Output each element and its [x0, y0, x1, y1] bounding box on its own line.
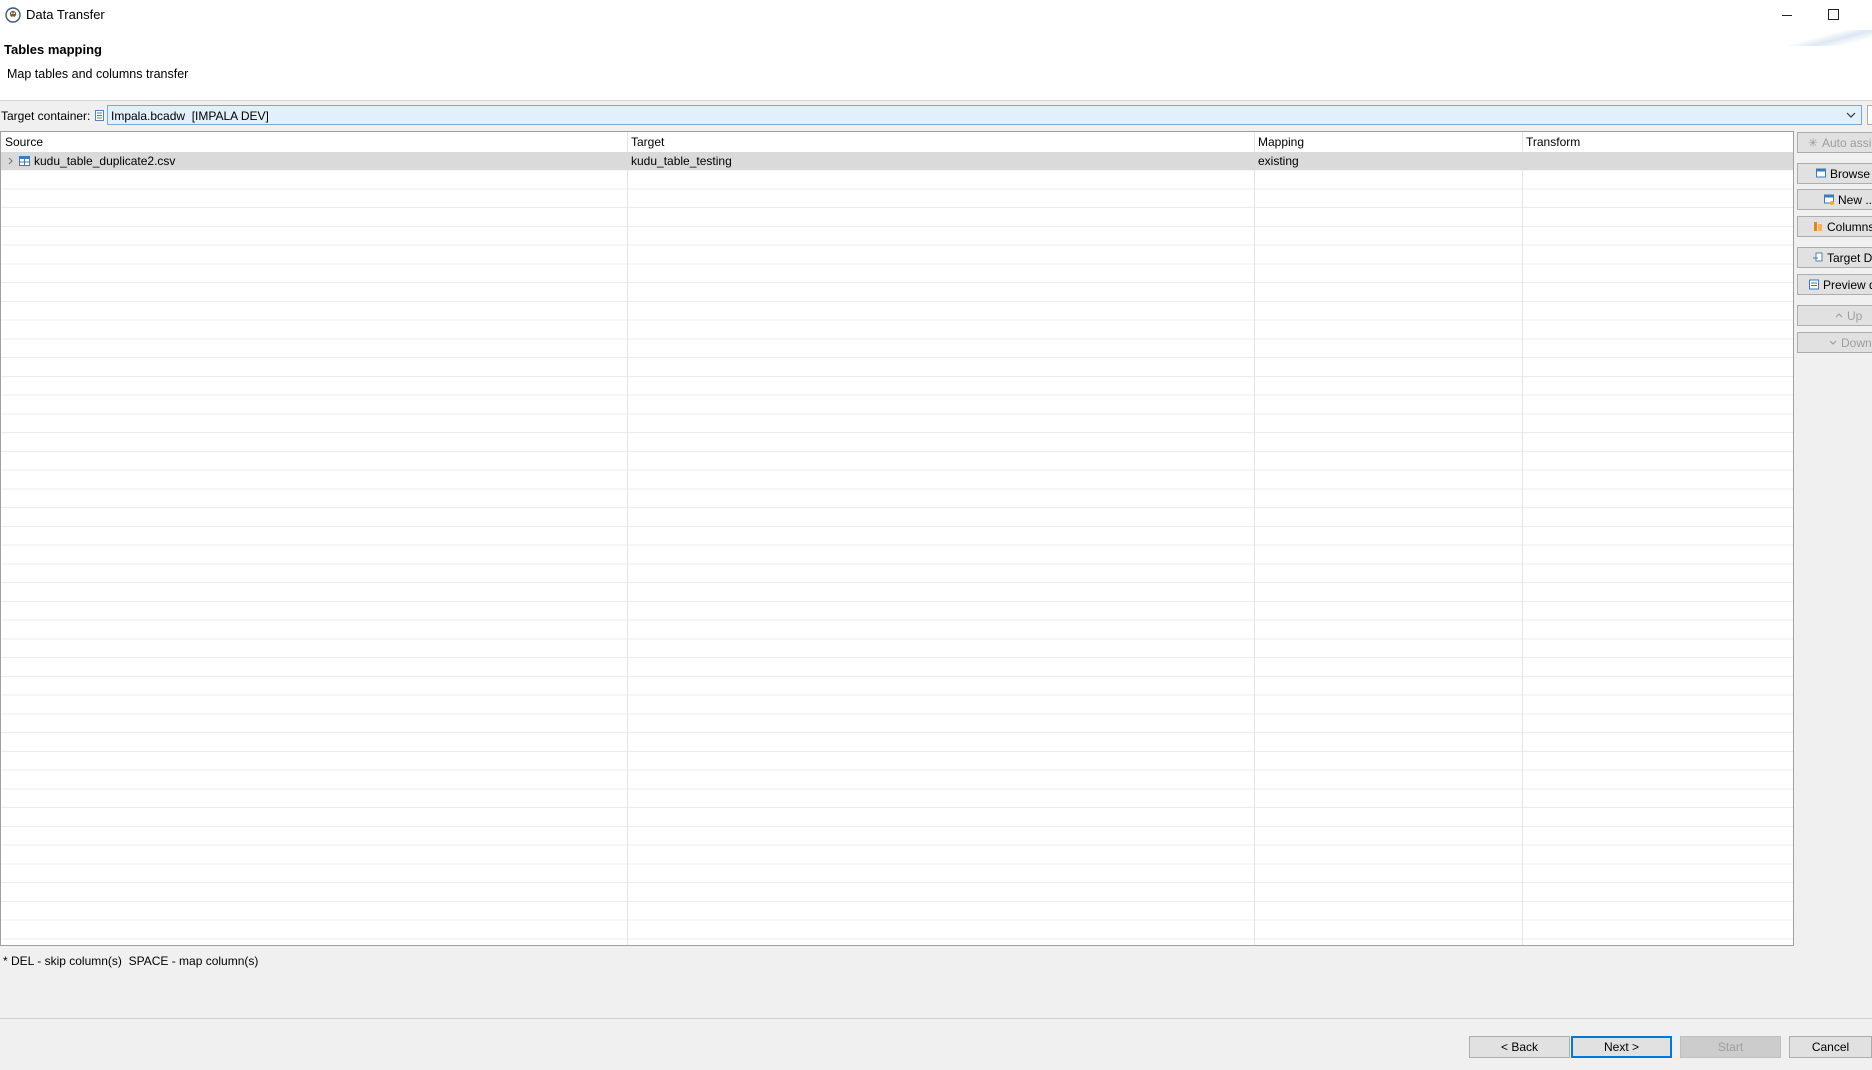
column-header-transform[interactable]: Transform: [1526, 135, 1580, 149]
start-button[interactable]: Start: [1680, 1036, 1781, 1058]
column-header-source[interactable]: Source: [5, 135, 43, 149]
wizard-header: Tables mapping Map tables and columns tr…: [0, 30, 1872, 101]
preview-icon: [1809, 279, 1819, 290]
header-decoration: [1782, 30, 1872, 46]
back-button[interactable]: < Back: [1469, 1036, 1570, 1058]
columns-icon: [1814, 222, 1822, 231]
grid-lines: [1, 152, 1793, 945]
auto-assign-button[interactable]: ✳ Auto assi: [1797, 132, 1872, 153]
down-button[interactable]: Down: [1797, 332, 1872, 353]
chevron-right-icon[interactable]: [7, 155, 15, 167]
minimize-button[interactable]: [1764, 0, 1810, 30]
source-cell: kudu_table_duplicate2.csv: [34, 154, 176, 168]
keyboard-hint: * DEL - skip column(s) SPACE - map colum…: [3, 954, 259, 968]
chevron-down-icon[interactable]: [1845, 109, 1857, 121]
next-button[interactable]: Next >: [1571, 1036, 1672, 1058]
new-button[interactable]: New ...: [1797, 189, 1872, 210]
target-container-value: Impala.bcadw [IMPALA DEV]: [111, 109, 269, 123]
mapping-cell: existing: [1258, 154, 1299, 168]
target-container-extra-button[interactable]: [1867, 105, 1872, 125]
maximize-button[interactable]: [1810, 0, 1856, 30]
ddl-icon: [1813, 252, 1823, 262]
column-divider: [1522, 132, 1523, 945]
table-icon: [1816, 168, 1826, 178]
browse-button[interactable]: Browse: [1797, 163, 1872, 184]
column-header-target[interactable]: Target: [631, 135, 664, 149]
footer-separator: [0, 1018, 1872, 1019]
table-icon: [19, 156, 30, 166]
asterisk-icon: ✳: [1808, 136, 1819, 150]
title-bar: Data Transfer: [0, 0, 1872, 30]
cancel-button[interactable]: Cancel: [1789, 1036, 1872, 1058]
target-cell: kudu_table_testing: [631, 154, 732, 168]
mapping-table[interactable]: Source Target Mapping Transform kudu_tab…: [0, 131, 1794, 946]
dbeaver-app-icon: [5, 7, 21, 23]
database-icon: [95, 110, 104, 121]
columns-button[interactable]: Columns: [1797, 216, 1872, 237]
chevron-down-icon: [1829, 340, 1837, 345]
window-title: Data Transfer: [26, 7, 105, 22]
target-container-combo[interactable]: Impala.bcadw [IMPALA DEV]: [95, 105, 1862, 125]
target-container-label: Target container:: [1, 109, 91, 123]
preview-data-button[interactable]: Preview d: [1797, 274, 1872, 295]
target-ddl-button[interactable]: Target DI: [1797, 247, 1872, 268]
page-title: Tables mapping: [4, 42, 102, 57]
column-header-mapping[interactable]: Mapping: [1258, 135, 1304, 149]
column-divider: [1254, 132, 1255, 945]
new-table-icon: [1824, 194, 1834, 205]
chevron-up-icon: [1835, 313, 1843, 318]
table-header: Source Target Mapping Transform: [1, 132, 1793, 153]
up-button[interactable]: Up: [1797, 305, 1872, 326]
page-description: Map tables and columns transfer: [7, 67, 189, 81]
column-divider: [627, 132, 628, 945]
table-row[interactable]: kudu_table_duplicate2.csv kudu_table_tes…: [1, 152, 1793, 170]
